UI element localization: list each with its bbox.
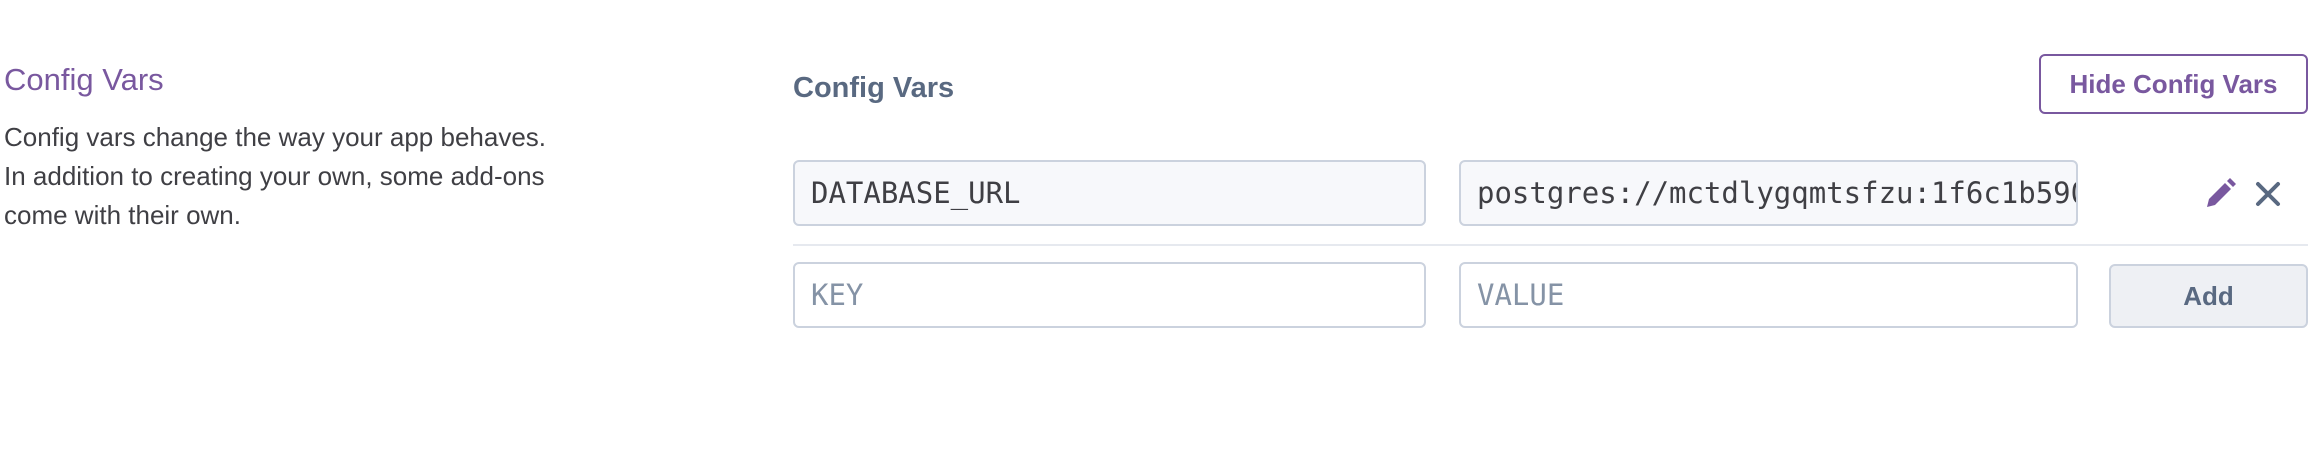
- settings-page: Config Vars Config vars change the way y…: [0, 0, 2322, 466]
- config-var-value-field[interactable]: postgres://mctdlygqmtsfzu:1f6c1b5901: [1459, 160, 2078, 226]
- panel-title: Config Vars: [793, 72, 955, 104]
- new-key-input[interactable]: KEY: [793, 262, 1426, 328]
- pencil-icon[interactable]: [2203, 177, 2237, 211]
- add-config-var-button[interactable]: Add: [2109, 264, 2308, 328]
- config-var-key-field[interactable]: DATABASE_URL: [793, 160, 1426, 226]
- new-value-input[interactable]: VALUE: [1459, 262, 2078, 328]
- row-divider: [793, 244, 2308, 246]
- close-icon[interactable]: [2251, 177, 2285, 211]
- hide-config-vars-button[interactable]: Hide Config Vars: [2039, 54, 2308, 114]
- section-description: Config vars change the way your app beha…: [4, 122, 547, 230]
- section-intro: Config Vars Config vars change the way y…: [4, 60, 564, 235]
- config-vars-panel: Config Vars Hide Config Vars DATABASE_UR…: [793, 52, 2308, 352]
- section-title: Config Vars: [4, 62, 164, 97]
